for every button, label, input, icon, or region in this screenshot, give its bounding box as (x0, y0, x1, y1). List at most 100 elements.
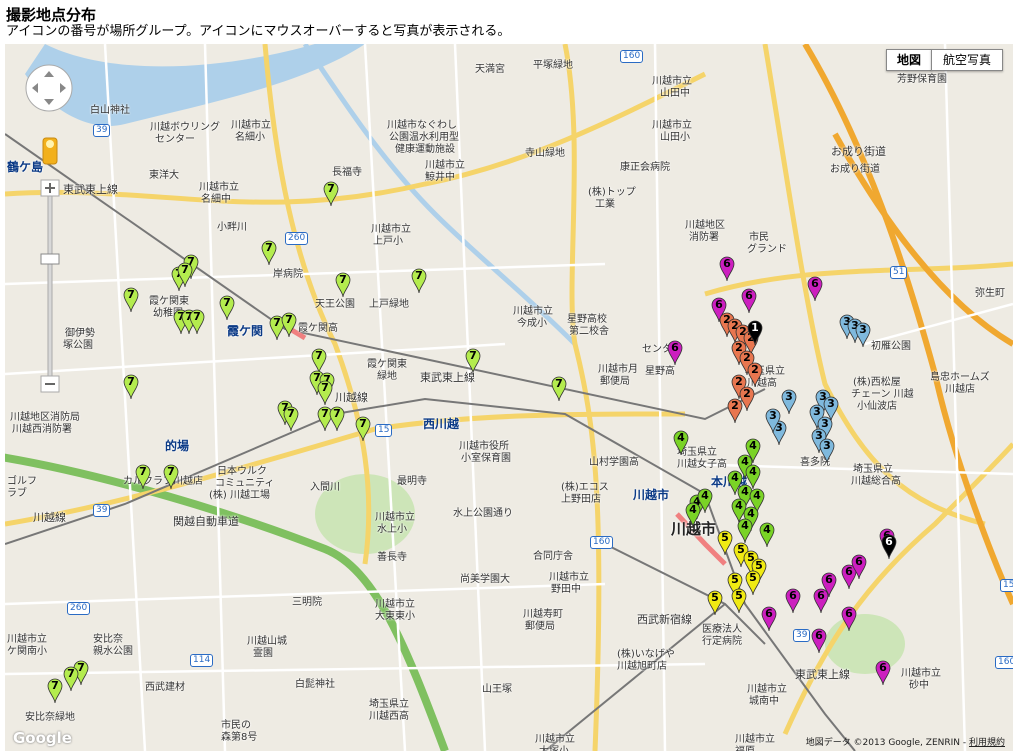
photo-marker-group-6[interactable]: 6 (851, 554, 867, 584)
map-label: 市民の (221, 720, 251, 731)
marker-number: 7 (287, 407, 295, 420)
map-label: 川越市立 (371, 224, 411, 235)
photo-marker-group-7[interactable]: 7 (135, 464, 151, 494)
zoom-in-button[interactable] (40, 179, 60, 197)
photo-marker-group-4[interactable]: 4 (685, 502, 701, 532)
photo-marker-group-3[interactable]: 3 (855, 322, 871, 352)
photo-marker-group-5[interactable]: 5 (731, 588, 747, 618)
photo-marker-group-7[interactable]: 7 (163, 464, 179, 494)
marker-number: 4 (749, 439, 757, 452)
route-name-label: 関越自動車道 (173, 515, 239, 528)
photo-marker-group-6[interactable]: 6 (761, 606, 777, 636)
map-label: 西武建材 (145, 682, 185, 693)
marker-number: 6 (765, 607, 773, 620)
map-label: 第二校舎 (569, 326, 609, 337)
photo-marker-group-7[interactable]: 7 (189, 309, 205, 339)
marker-number: 4 (701, 489, 709, 502)
photo-marker-group-7[interactable]: 7 (411, 268, 427, 298)
photo-marker-group-7[interactable]: 7 (329, 406, 345, 436)
photo-marker-group-7[interactable]: 7 (281, 312, 297, 342)
photo-marker-group-6[interactable]: 6 (841, 606, 857, 636)
marker-number: 7 (359, 417, 367, 430)
marker-number: 6 (811, 277, 819, 290)
map-type-map-button[interactable]: 地図 (886, 49, 932, 71)
photo-marker-group-6[interactable]: 6 (821, 572, 837, 602)
map-label: 東洋大 (149, 170, 179, 181)
pan-control[interactable] (25, 64, 73, 112)
map-label: 山田小 (660, 132, 690, 143)
map-label: 平塚緑地 (533, 60, 573, 71)
zoom-out-button[interactable] (40, 375, 60, 393)
marker-number: 6 (855, 555, 863, 568)
pegman-icon[interactable] (42, 137, 58, 165)
page-subtitle: アイコンの番号が場所グループ。アイコンにマウスオーバーすると写真が表示される。 (6, 24, 511, 39)
route-shield: 114 (190, 654, 214, 667)
photo-marker-group-7[interactable]: 7 (123, 287, 139, 317)
photo-marker-group-7[interactable]: 7 (47, 678, 63, 708)
photo-marker-group-7[interactable]: 7 (355, 416, 371, 446)
photo-marker-group-7[interactable]: 7 (283, 406, 299, 436)
photo-marker-group-6[interactable]: 6 (667, 340, 683, 370)
photo-marker-group-7[interactable]: 7 (335, 272, 351, 302)
photo-marker-group-5[interactable]: 5 (717, 530, 733, 560)
map-label: 弥生町 (975, 288, 1005, 299)
photo-marker-group-6[interactable]: 6 (875, 660, 891, 690)
photo-marker-group-7[interactable]: 7 (551, 376, 567, 406)
marker-number: 7 (555, 377, 563, 390)
route-name-label: 川越線 (33, 511, 66, 524)
photo-marker-group-3[interactable]: 3 (765, 408, 781, 438)
photo-marker-group-2[interactable]: 2 (727, 398, 743, 428)
photo-marker-group-7[interactable]: 7 (177, 262, 193, 292)
map-label: 郵便局 (525, 621, 555, 632)
map-label: 緑地 (377, 371, 397, 382)
map-label: 霊園 (253, 648, 273, 659)
photo-marker-group-3[interactable]: 3 (819, 438, 835, 468)
photo-marker-group-5[interactable]: 5 (707, 590, 723, 620)
photo-marker-group-6[interactable]: 6 (811, 628, 827, 658)
photo-marker-group-6[interactable]: 6 (741, 288, 757, 318)
map-label: 川越市立 (7, 634, 47, 645)
map-label: 岸病院 (273, 269, 303, 280)
park-area (825, 614, 905, 674)
photo-marker-group-7[interactable]: 7 (465, 348, 481, 378)
map-label: 川越市立 (199, 182, 239, 193)
map-label: 川越市立 (735, 734, 775, 745)
map-type-satellite-button[interactable]: 航空写真 (931, 49, 1003, 71)
marker-number: 6 (879, 661, 887, 674)
map-label: 川越地区 (685, 220, 725, 231)
map-canvas[interactable]: 白山神社 天満宮 平塚緑地 川越市立 山田中 川越市立 山田小 川越ボウリング センター 川越市立… (5, 44, 1013, 751)
photo-marker-group-1[interactable]: 1 (747, 320, 763, 350)
map-label: 川越市なぐわし (387, 120, 457, 131)
photo-marker-group-7[interactable]: 7 (123, 374, 139, 404)
photo-marker-group-7[interactable]: 7 (323, 181, 339, 211)
marker-number: 3 (859, 323, 867, 336)
photo-marker-group-3[interactable]: 3 (781, 389, 797, 419)
photo-marker-group-4[interactable]: 4 (673, 430, 689, 460)
map-label: 川越市立 (747, 684, 787, 695)
map-label: 市民 (749, 232, 769, 243)
marker-number: 7 (315, 349, 323, 362)
marker-number: 7 (223, 296, 231, 309)
photo-marker-group-6[interactable]: 6 (719, 256, 735, 286)
marker-number: 3 (827, 397, 835, 410)
photo-marker-group-7[interactable]: 7 (219, 295, 235, 325)
map-label: 川越市立 (231, 120, 271, 131)
marker-number: 5 (731, 573, 739, 586)
photo-marker-group-6[interactable]: 6 (807, 276, 823, 306)
map-label: 今成小 (517, 318, 547, 329)
map-label: 大東東小 (375, 611, 415, 622)
map-label: 砂中 (909, 680, 929, 691)
photo-marker-group-7[interactable]: 7 (63, 666, 79, 696)
map-label: 健康運動施設 (395, 144, 455, 155)
photo-marker-group-4[interactable]: 4 (759, 522, 775, 552)
marker-number: 7 (285, 313, 293, 326)
photo-marker-group-5[interactable]: 5 (745, 570, 761, 600)
route-name-label: 東武東上線 (795, 668, 850, 681)
photo-marker-group-7[interactable]: 7 (261, 240, 277, 270)
zoom-slider[interactable] (40, 195, 60, 377)
marker-number: 5 (749, 571, 757, 584)
terms-link[interactable]: 利用規約 (969, 738, 1005, 748)
photo-marker-group-6[interactable]: 6 (785, 588, 801, 618)
photo-marker-group-6[interactable]: 6 (881, 534, 897, 564)
map-label: 上戸緑地 (369, 299, 409, 310)
